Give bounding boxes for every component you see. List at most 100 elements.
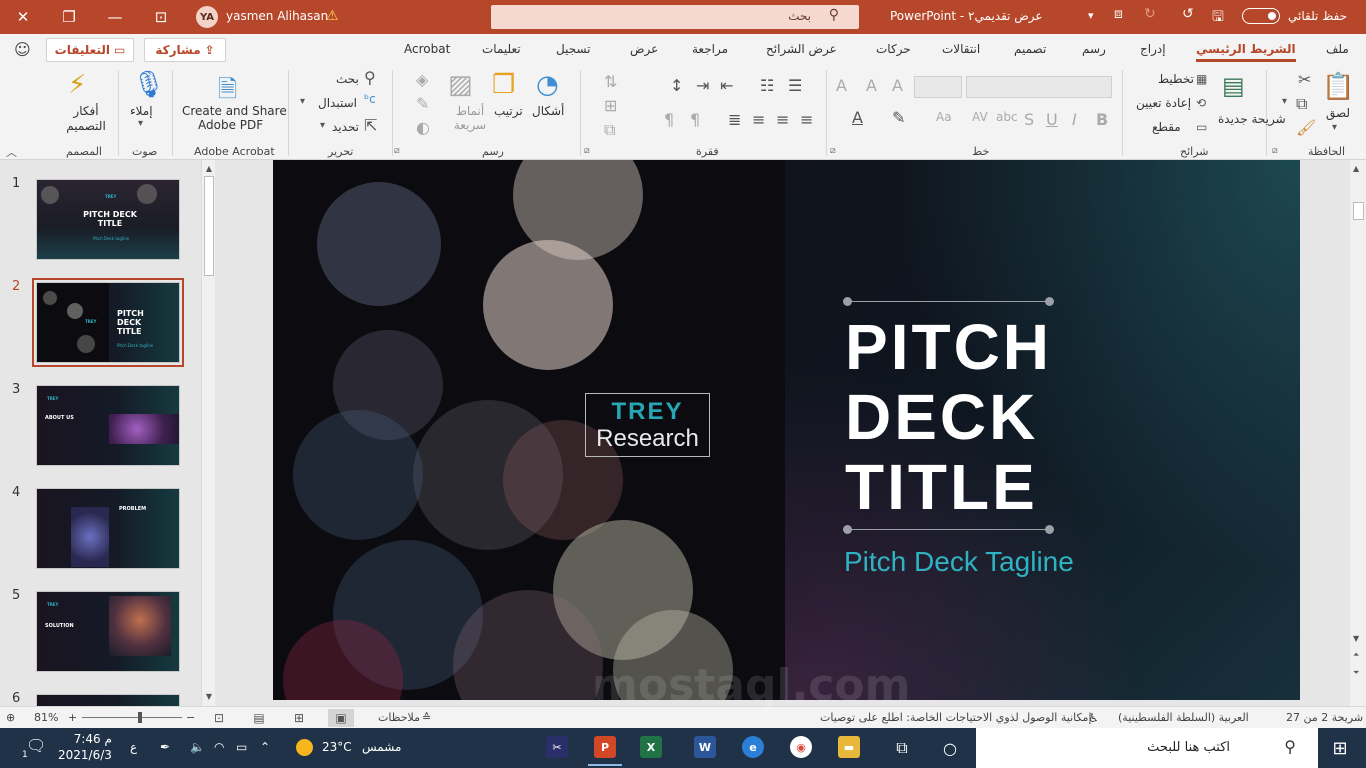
decrease-indent-icon[interactable]: ⇤ bbox=[720, 76, 733, 95]
rtl-icon[interactable]: ¶ bbox=[690, 110, 700, 129]
replace-dropdown-icon[interactable]: ▾ bbox=[300, 96, 305, 107]
dictate-dropdown-icon[interactable]: ▾ bbox=[138, 118, 143, 129]
design-ideas-icon[interactable]: ⚡ bbox=[68, 70, 86, 100]
bullets-icon[interactable]: ☰ bbox=[788, 76, 802, 95]
select-label[interactable]: تحديد bbox=[332, 120, 359, 134]
zoom-out-icon[interactable]: − bbox=[186, 711, 195, 724]
slideshow-view-icon[interactable]: ⊡ bbox=[206, 709, 232, 727]
increase-indent-icon[interactable]: ⇥ bbox=[696, 76, 709, 95]
slide-thumbnail[interactable]: TREY ABOUT US bbox=[36, 385, 180, 466]
slide-sorter-icon[interactable]: ⊞ bbox=[286, 709, 312, 727]
clock[interactable]: 7:46 م 2021/6/3 bbox=[58, 731, 112, 763]
tab-help[interactable]: تعليمات bbox=[482, 42, 521, 56]
find-icon[interactable]: ⚲ bbox=[364, 68, 376, 87]
reset-label[interactable]: إعادة تعيين bbox=[1136, 96, 1191, 110]
slide-thumbnail-selected[interactable]: TREY PITCH DECK TITLE Pitch Deck tagline bbox=[32, 278, 184, 367]
section-icon[interactable]: ▭ bbox=[1196, 120, 1207, 134]
reset-icon[interactable]: ⟲ bbox=[1196, 96, 1206, 110]
minimize-button[interactable]: — bbox=[92, 0, 138, 34]
paste-dropdown-icon[interactable]: ▾ bbox=[1332, 122, 1337, 133]
present-icon[interactable]: ⧈ bbox=[1114, 6, 1123, 22]
scroll-down-icon[interactable]: ▼ bbox=[1353, 634, 1359, 643]
copy-icon[interactable]: ⧉ bbox=[1296, 94, 1307, 114]
shadow-icon[interactable]: S bbox=[1024, 110, 1034, 129]
ribbon-display-options-icon[interactable]: ⊡ bbox=[138, 0, 184, 34]
font-size-box[interactable] bbox=[914, 76, 962, 98]
autosave-toggle[interactable] bbox=[1242, 8, 1280, 24]
customize-toolbar-icon[interactable]: ▾ bbox=[1088, 9, 1094, 22]
decrease-font-icon[interactable]: A bbox=[866, 76, 877, 95]
clipboard-launcher-icon[interactable]: ⧄ bbox=[1272, 146, 1278, 156]
user-name[interactable]: yasmen Alihasan bbox=[226, 9, 328, 23]
increase-font-icon[interactable]: A bbox=[892, 76, 903, 95]
sun-icon[interactable] bbox=[296, 739, 313, 756]
layout-label[interactable]: تخطيط bbox=[1158, 72, 1194, 86]
select-dropdown-icon[interactable]: ▾ bbox=[320, 120, 325, 131]
section-label[interactable]: مقطع bbox=[1152, 120, 1181, 134]
reading-view-icon[interactable]: ▤ bbox=[246, 709, 272, 727]
tab-animations[interactable]: حركات bbox=[876, 42, 911, 56]
file-explorer-icon[interactable]: ▬ bbox=[838, 736, 860, 758]
slide-thumbnail[interactable]: TREY PITCH DECK TITLE Pitch Deck tagline bbox=[36, 179, 180, 260]
line-spacing-icon[interactable]: ↕ bbox=[670, 76, 683, 95]
notes-button[interactable]: ملاحظات bbox=[378, 711, 420, 724]
fit-to-window-icon[interactable]: ⊕ bbox=[6, 711, 15, 724]
arrange-icon[interactable]: ❐ bbox=[492, 70, 515, 100]
numbering-icon[interactable]: ☷ bbox=[760, 76, 774, 95]
undo-icon[interactable]: ↺ bbox=[1182, 6, 1194, 22]
clear-formatting-icon[interactable]: A bbox=[836, 76, 847, 95]
arrange-label[interactable]: ترتيب bbox=[494, 104, 523, 118]
next-slide-icon[interactable]: ⏷ bbox=[1353, 668, 1359, 678]
shape-outline-icon[interactable]: ✎ bbox=[416, 94, 429, 113]
previous-slide-icon[interactable]: ⏶ bbox=[1353, 650, 1359, 660]
close-button[interactable]: ✕ bbox=[0, 0, 46, 34]
volume-icon[interactable]: 🔈 bbox=[190, 740, 205, 754]
align-text-icon[interactable]: ⊞ bbox=[604, 96, 617, 115]
avatar[interactable]: YA bbox=[196, 6, 218, 28]
warning-icon[interactable]: ⚠ bbox=[326, 8, 339, 24]
tab-view[interactable]: عرض bbox=[630, 42, 658, 56]
italic-icon[interactable]: I bbox=[1072, 110, 1077, 129]
scroll-thumb[interactable] bbox=[1353, 202, 1364, 220]
slide-thumbnail[interactable]: TREY SOLUTION bbox=[36, 591, 180, 672]
tab-insert[interactable]: إدراج bbox=[1140, 42, 1166, 56]
smartart-icon[interactable]: ⧉ bbox=[604, 120, 615, 140]
justify-icon[interactable]: ≣ bbox=[728, 110, 741, 129]
taskbar-search[interactable]: اكتب هنا للبحث ⚲ bbox=[976, 728, 1318, 768]
font-name-box[interactable] bbox=[966, 76, 1112, 98]
redo-icon[interactable]: ↻ bbox=[1144, 6, 1156, 22]
cortana-icon[interactable]: ○ bbox=[936, 736, 964, 760]
tab-file[interactable]: ملف bbox=[1326, 42, 1349, 56]
snipping-tool-icon[interactable]: ✂ bbox=[546, 736, 568, 758]
tab-design[interactable]: تصميم bbox=[1014, 42, 1046, 56]
chevron-up-icon[interactable]: ⌃ bbox=[260, 740, 270, 754]
pen-icon[interactable]: ✒ bbox=[160, 740, 170, 754]
new-slide-label[interactable]: شريحة جديدة bbox=[1218, 112, 1286, 126]
find-label[interactable]: بحث bbox=[336, 72, 359, 86]
layout-icon[interactable]: ▦ bbox=[1196, 72, 1207, 86]
trey-research-logo[interactable]: TREY Research bbox=[585, 393, 710, 457]
align-right-icon[interactable]: ≡ bbox=[800, 110, 813, 129]
scroll-up-icon[interactable]: ▲ bbox=[202, 164, 216, 173]
chrome-icon[interactable]: ◉ bbox=[790, 736, 812, 758]
comments-button[interactable]: التعليقات ▭ bbox=[46, 38, 134, 62]
paste-icon[interactable]: 📋 bbox=[1322, 72, 1354, 102]
save-icon[interactable]: 🖫 bbox=[1212, 6, 1224, 30]
edge-icon[interactable]: e bbox=[742, 736, 764, 758]
align-left-icon[interactable]: ≡ bbox=[752, 110, 765, 129]
align-center-icon[interactable]: ≡ bbox=[776, 110, 789, 129]
zoom-slider-knob[interactable] bbox=[138, 712, 142, 723]
ltr-icon[interactable]: ¶ bbox=[664, 110, 674, 129]
font-color-icon[interactable]: A bbox=[852, 108, 863, 127]
dictate-label[interactable]: إملاء bbox=[130, 104, 153, 118]
slide-canvas[interactable]: TREY Research PITCH DECK TITLE Pitch Dec… bbox=[273, 160, 1300, 700]
acrobat-line1[interactable]: Create and Share bbox=[182, 104, 287, 118]
scroll-down-icon[interactable]: ▼ bbox=[202, 692, 216, 701]
shape-effects-icon[interactable]: ◐ bbox=[416, 118, 430, 137]
zoom-level[interactable]: 81% bbox=[34, 711, 58, 724]
weather-label[interactable]: مشمس bbox=[362, 740, 401, 754]
tab-home[interactable]: الشريط الرئيسي bbox=[1196, 42, 1296, 62]
select-icon[interactable]: ⇱ bbox=[364, 116, 377, 135]
slide-title-line-3[interactable]: TITLE bbox=[845, 452, 1038, 522]
shapes-icon[interactable]: ◔ bbox=[536, 70, 559, 100]
